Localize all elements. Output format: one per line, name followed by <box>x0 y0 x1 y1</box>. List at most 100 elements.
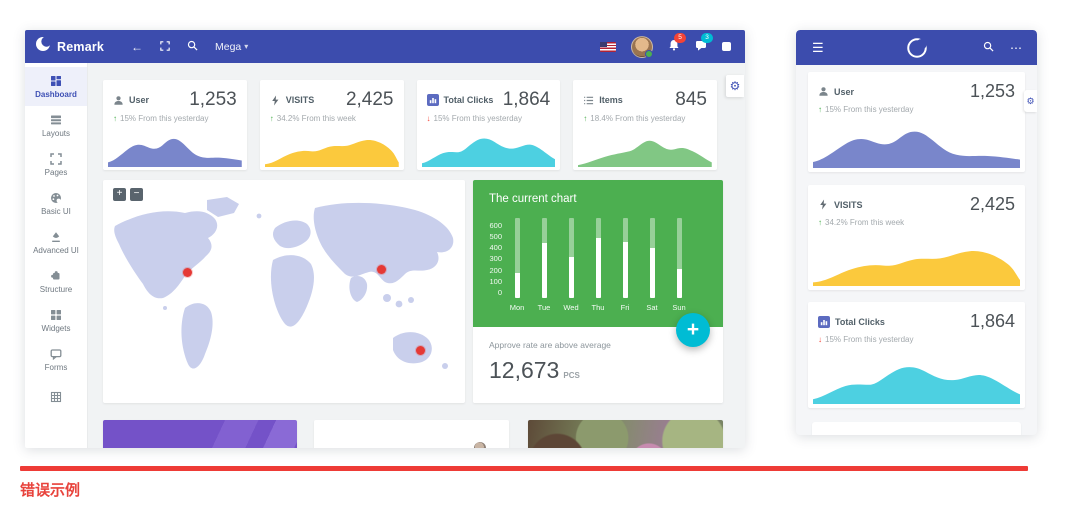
bottom-card-white[interactable] <box>314 420 509 448</box>
world-map-card[interactable]: + − <box>103 180 465 403</box>
bar-x-label: Wed <box>563 303 578 312</box>
stat-delta: ↑ 15% From this yesterday <box>103 111 247 123</box>
sidebar-item-structure[interactable]: Structure <box>25 262 87 301</box>
sparkline-visits <box>813 238 1020 286</box>
stat-delta-text: 34.2% From this week <box>277 114 356 123</box>
sidebar-item-basic-ui[interactable]: Basic UI <box>25 184 87 223</box>
messages-badge: 3 <box>701 33 713 43</box>
map-zoom-out-button[interactable]: − <box>130 188 143 201</box>
map-marker-north-america[interactable] <box>183 268 192 277</box>
approve-value-number: 12,673 <box>489 357 559 383</box>
sidebar-item-dashboard[interactable]: Dashboard <box>25 67 87 106</box>
map-zoom-in-button[interactable]: + <box>113 188 126 201</box>
bar-wed: Wed <box>563 218 579 312</box>
y-tick-label: 400 <box>489 243 502 252</box>
stat-card-total-clicks[interactable]: Total Clicks 1,864 ↓ 15% From this yeste… <box>417 80 561 170</box>
stat-delta: ↑ 34.2% From this week <box>260 111 404 123</box>
online-status-dot <box>645 50 653 58</box>
trend-down-icon: ↓ <box>427 114 431 123</box>
mobile-stat-card-total-clicks[interactable]: Total Clicks 1,864 ↓ 15% From this yeste… <box>808 302 1025 408</box>
y-tick-label: 200 <box>489 266 502 275</box>
stat-delta-text: 34.2% From this week <box>825 218 904 227</box>
brand[interactable]: Remark <box>25 36 121 57</box>
stat-value: 1,253 <box>189 89 237 111</box>
stat-delta: ↓ 15% From this yesterday <box>808 332 1025 344</box>
trend-up-icon: ↑ <box>818 105 822 114</box>
back-arrow-icon[interactable]: ← <box>131 41 143 53</box>
stats-row: User 1,253 ↑ 15% From this yesterday VIS… <box>103 80 717 170</box>
search-icon[interactable] <box>983 39 994 57</box>
bar-x-label: Tue <box>538 303 551 312</box>
settings-gear-tab[interactable]: ⚙ <box>726 75 744 97</box>
stat-delta-text: 15% From this yesterday <box>120 114 208 123</box>
bar-chart-icon <box>818 316 830 328</box>
chevron-down-icon: ▾ <box>244 42 248 51</box>
notifications-bell[interactable]: 5 <box>668 38 680 56</box>
stat-value: 1,864 <box>970 311 1015 332</box>
sidebar-item-tables[interactable] <box>25 379 87 418</box>
chart-title: The current chart <box>489 193 577 205</box>
gear-icon: ⚙ <box>730 79 741 93</box>
stat-value: 1,864 <box>503 89 551 111</box>
y-tick-label: 500 <box>489 232 502 241</box>
map-zoom-controls: + − <box>113 188 143 201</box>
mega-menu[interactable]: Mega ▾ <box>215 41 248 53</box>
approve-rate-value: 12,673 PCS <box>489 357 707 384</box>
error-example-label: 错误示例 <box>20 479 80 500</box>
sidebar: Dashboard Layouts Pages Basic UI Advance… <box>25 63 88 448</box>
sidebar-item-widgets[interactable]: Widgets <box>25 301 87 340</box>
approve-rate-text: Approve rate are above average <box>489 340 707 350</box>
map-marker-china[interactable] <box>377 265 386 274</box>
stat-card-user[interactable]: User 1,253 ↑ 15% From this yesterday <box>103 80 247 170</box>
puzzle-icon <box>50 270 62 282</box>
bar-x-label: Sat <box>646 303 657 312</box>
sidebar-item-pages[interactable]: Pages <box>25 145 87 184</box>
y-tick-label: 600 <box>489 221 502 230</box>
bottom-card-purple[interactable] <box>103 420 297 448</box>
widgets-icon <box>50 309 62 321</box>
desktop-dashboard-screenshot: Remark ← Mega ▾ 5 <box>25 30 745 448</box>
language-flag-icon[interactable] <box>600 42 616 52</box>
sidebar-item-advanced-ui[interactable]: Advanced UI <box>25 223 87 262</box>
approve-value-unit: PCS <box>563 371 579 380</box>
avatar[interactable] <box>631 36 653 58</box>
more-options-icon[interactable]: ⋯ <box>1010 41 1023 55</box>
sidebar-item-forms[interactable]: Forms <box>25 340 87 379</box>
list-icon <box>583 95 594 106</box>
mobile-settings-gear-tab[interactable]: ⚙ <box>1024 90 1037 112</box>
stat-label: User <box>129 95 149 105</box>
bottom-card-photo[interactable] <box>528 420 723 448</box>
navbar-right-icons: 5 3 <box>600 36 745 58</box>
stat-label: Items <box>599 95 623 105</box>
stat-delta: ↑ 34.2% From this week <box>808 215 1025 227</box>
mobile-stat-card-visits[interactable]: VISITS 2,425 ↑ 34.2% From this week <box>808 185 1025 290</box>
stat-delta: ↑ 15% From this yesterday <box>808 102 1025 114</box>
bar-x-label: Fri <box>621 303 630 312</box>
bolt-icon <box>818 199 829 210</box>
messages-button[interactable]: 3 <box>695 38 707 56</box>
fullscreen-icon[interactable] <box>160 38 170 56</box>
search-icon[interactable] <box>187 38 198 56</box>
mobile-stat-card-user[interactable]: User 1,253 ↑ 15% From this yesterday <box>808 72 1025 172</box>
stat-card-items[interactable]: Items 845 ↑ 18.4% From this yesterday <box>573 80 717 170</box>
stat-value: 2,425 <box>970 194 1015 215</box>
chat-panel-icon[interactable] <box>722 42 731 51</box>
sidebar-item-label: Layouts <box>42 129 70 138</box>
stat-card-visits[interactable]: VISITS 2,425 ↑ 34.2% From this week <box>260 80 404 170</box>
trend-up-icon: ↑ <box>818 218 822 227</box>
sidebar-item-label: Widgets <box>42 324 71 333</box>
stat-delta-text: 15% From this yesterday <box>825 335 913 344</box>
ink-icon <box>50 231 62 243</box>
map-marker-australia[interactable] <box>416 346 425 355</box>
mobile-navbar-right: ⋯ <box>983 39 1037 57</box>
hamburger-menu-icon[interactable]: ☰ <box>812 40 824 56</box>
y-tick-label: 0 <box>498 288 502 297</box>
bar-x-label: Thu <box>592 303 605 312</box>
stat-value: 1,253 <box>970 81 1015 102</box>
palette-icon <box>50 192 62 204</box>
comment-icon <box>50 348 62 360</box>
trend-up-icon: ↑ <box>113 114 117 123</box>
sidebar-item-layouts[interactable]: Layouts <box>25 106 87 145</box>
stat-label: Total Clicks <box>444 95 494 105</box>
add-fab-button[interactable]: + <box>676 313 710 347</box>
